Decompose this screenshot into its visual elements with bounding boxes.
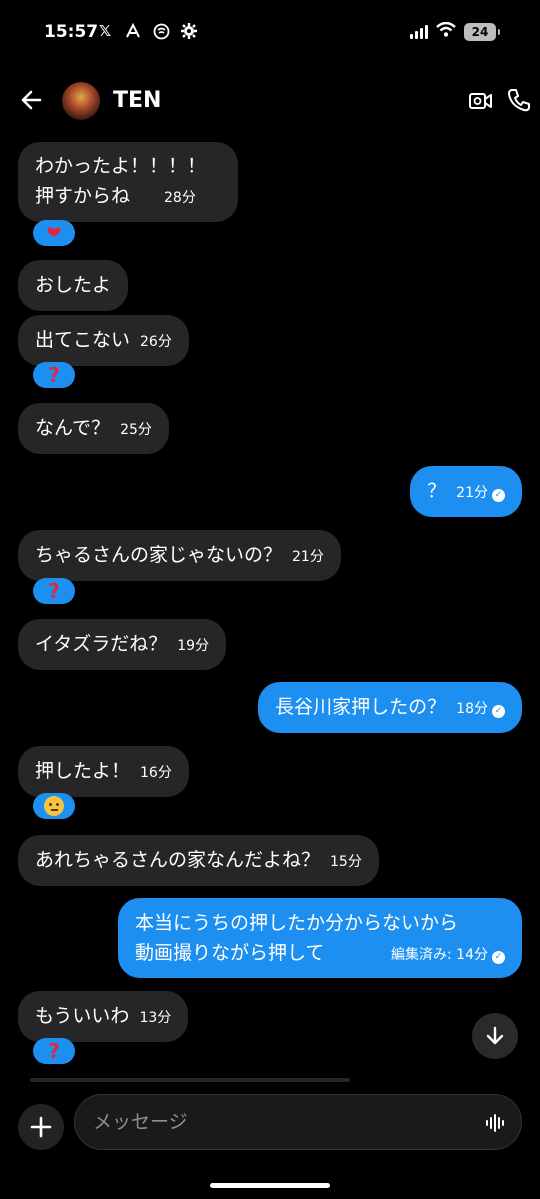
plus-icon [30,1116,52,1138]
pdf-app-icon [124,22,142,40]
phone-call-icon[interactable] [506,87,532,113]
message-bubble-incoming[interactable]: ちゃるさんの家じゃないの？ 21分 [18,530,341,581]
message-bubble-incoming[interactable]: イタズラだね？ 19分 [18,619,227,670]
chat-title[interactable]: TEN [113,88,161,113]
heart-icon: ❤ [46,222,62,244]
message-bubble-incoming[interactable]: なんで？ 25分 [18,403,169,454]
video-call-icon[interactable] [468,88,494,114]
chat-header: TEN [0,72,540,130]
message-bubble-outgoing[interactable]: ？ 21分 ✓ [410,466,522,517]
battery-icon: 24 [464,22,500,41]
question-mark-icon: ? [48,579,60,603]
message-bubble-incoming[interactable]: おしたよ [18,260,129,311]
message-input[interactable] [93,1095,473,1149]
status-time: 15:57 [44,22,99,42]
message-composer [74,1094,522,1150]
read-check-icon: ✓ [492,705,505,718]
x-app-icon: 𝕏 [98,22,112,40]
cellular-signal-icon [410,24,428,39]
message-bubble-incoming[interactable]: わかったよ！！！！ 押すからね 28分 [18,142,238,222]
avatar[interactable] [62,82,100,120]
reaction-question[interactable]: ? [33,362,75,388]
read-check-icon: ✓ [492,951,505,964]
arrow-down-icon [486,1026,504,1045]
thinking-face-icon [44,796,64,816]
wifi-icon [436,21,456,41]
status-bar: 15:57 𝕏 24 [0,0,540,64]
app-notification-icon [152,22,170,40]
settings-gear-icon [180,22,198,40]
reaction-heart[interactable]: ❤ [33,220,75,246]
question-mark-icon: ? [48,363,60,387]
reaction-question[interactable]: ? [33,578,75,604]
back-arrow-icon[interactable] [18,86,46,114]
add-attachment-button[interactable] [18,1104,64,1150]
question-mark-icon: ? [48,1039,60,1063]
reaction-question[interactable]: ? [33,1038,75,1064]
message-bubble-outgoing[interactable]: 長谷川家押したの？ 18分 ✓ [258,682,522,733]
message-bubble-incoming[interactable]: 押したよ！ 16分 [18,746,189,797]
home-indicator [210,1183,330,1188]
message-bubble-incoming[interactable]: 出てこない 26分 [18,315,189,366]
message-bubble-incoming[interactable]: もういいわ 13分 [18,991,189,1042]
scroll-to-bottom-button[interactable] [472,1013,518,1059]
message-bubble-outgoing[interactable]: 本当にうちの押したか分からないから 動画撮りながら押して 編集済み: 14分 ✓ [118,898,522,978]
partial-message-bubble [30,1078,350,1082]
voice-waveform-icon[interactable] [485,1113,505,1133]
read-check-icon: ✓ [492,489,505,502]
reaction-thinking[interactable] [33,793,75,819]
message-bubble-incoming[interactable]: あれちゃるさんの家なんだよね？ 15分 [18,835,379,886]
